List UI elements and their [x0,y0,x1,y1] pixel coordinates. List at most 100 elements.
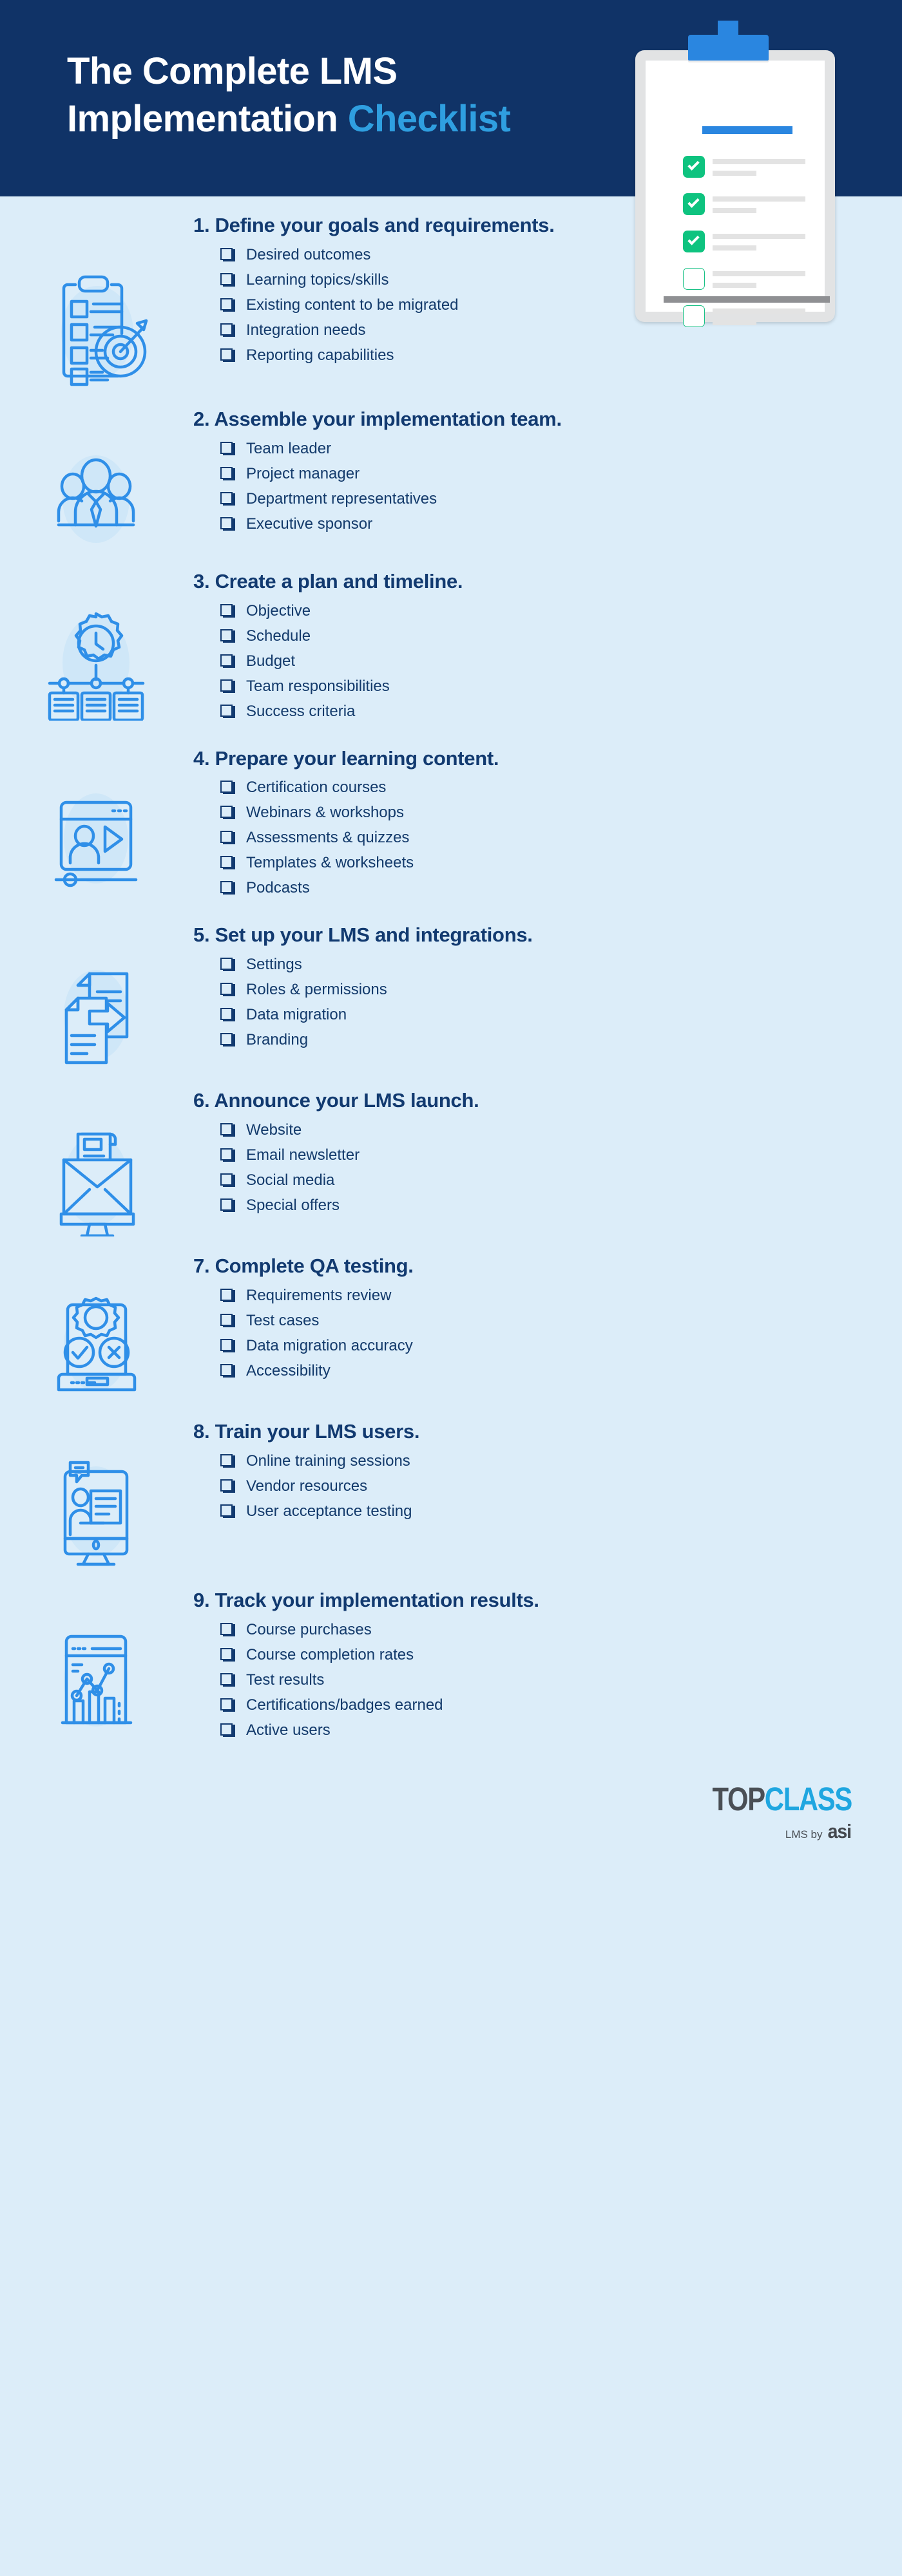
topclass-logo[interactable]: TOPCLASS LMS by asi [682,1781,853,1841]
list-item-label: Success criteria [246,702,356,720]
checkbox-icon[interactable] [220,1173,235,1188]
list-item-label: Course completion rates [246,1646,414,1664]
list-item-label: Social media [246,1171,335,1189]
list-item: Social media [220,1173,857,1198]
list-item-label: Settings [246,956,302,974]
list-item-label: Active users [246,1721,331,1739]
section-body: 4. Prepare your learning content. Certif… [193,746,902,906]
list-item: Website [220,1122,857,1148]
clipboard-line-short [713,171,756,176]
list-item-label: Test cases [246,1312,320,1330]
checkbox-icon[interactable] [220,958,235,972]
checkbox-icon[interactable] [220,603,235,618]
checklist-section: 1. Define your goals and requirements. D… [0,213,902,406]
list-item: Learning topics/skills [220,272,857,298]
list-item: Email newsletter [220,1148,857,1173]
section-list: Course purchases Course completion rates… [193,1622,857,1748]
checkbox-icon[interactable] [220,831,235,845]
checkbox-icon[interactable] [220,1198,235,1213]
list-item: Templates & worksheets [220,855,857,880]
checkbox-icon[interactable] [220,881,235,895]
checkbox-icon[interactable] [220,1479,235,1493]
list-item-label: Department representatives [246,489,437,507]
checkbox-icon[interactable] [220,983,235,997]
checkbox-icon[interactable] [220,298,235,312]
checkbox-icon[interactable] [220,1148,235,1162]
list-item: Executive sponsor [220,516,857,542]
list-item: Integration needs [220,322,857,348]
footer: TOPCLASS LMS by asi [0,1765,902,1903]
checkbox-icon[interactable] [220,1454,235,1468]
list-item-label: Assessments & quizzes [246,829,410,847]
list-item: Vendor resources [220,1479,857,1504]
checkbox-icon[interactable] [220,1623,235,1637]
checkbox-icon[interactable] [220,679,235,693]
checkbox-icon[interactable] [220,1289,235,1303]
checkbox-icon[interactable] [220,466,235,480]
checklist-section: 4. Prepare your learning content. Certif… [0,746,902,923]
checkbox-icon[interactable] [220,654,235,668]
section-list: Settings Roles & permissions Data migrat… [193,957,857,1057]
checkbox-icon[interactable] [220,1123,235,1137]
list-item: Reporting capabilities [220,346,857,373]
checkbox-icon[interactable] [220,1648,235,1662]
checkbox-icon[interactable] [220,1673,235,1687]
list-item: Active users [220,1723,857,1748]
list-item-label: Test results [246,1671,325,1689]
video-player-icon [0,746,193,895]
header-banner: The Complete LMS Implementation Checklis… [0,0,902,327]
section-heading: 7. Complete QA testing. [193,1255,414,1278]
checkbox-icon[interactable] [220,1008,235,1022]
list-item-label: Reporting capabilities [246,346,394,364]
list-item-label: Desired outcomes [246,245,371,263]
checkbox-icon[interactable] [220,1504,235,1519]
section-body: 2. Assemble your implementation team. Te… [193,406,902,542]
checkbox-icon[interactable] [220,516,235,531]
checkbox-icon[interactable] [220,1033,235,1047]
checkbox-icon[interactable] [220,704,235,718]
section-heading: 8. Train your LMS users. [193,1420,420,1443]
checkbox-icon[interactable] [220,856,235,870]
list-item: Branding [220,1032,857,1057]
checkbox-icon[interactable] [220,1723,235,1738]
checkbox-icon[interactable] [220,1364,235,1378]
email-newsletter-icon [0,1088,193,1237]
list-item: Podcasts [220,880,857,905]
section-list: Desired outcomes Learning topics/skills … [193,247,857,373]
list-item-label: Data migration [246,1006,347,1024]
checkbox-icon[interactable] [220,1314,235,1328]
checkbox-icon[interactable] [220,491,235,506]
section-heading: 9. Track your implementation results. [193,1589,539,1612]
checkbox-icon[interactable] [220,441,235,455]
checkbox-icon[interactable] [220,1339,235,1353]
list-item: Assessments & quizzes [220,830,857,855]
list-item-label: Templates & worksheets [246,854,414,872]
document-transfer-icon [0,922,193,1071]
list-item-label: Team leader [246,439,332,457]
section-heading: 2. Assemble your implementation team. [193,408,562,430]
checklist-section: 3. Create a plan and timeline. Objective… [0,569,902,746]
list-item-label: Special offers [246,1197,340,1215]
logo-wordmark: TOPCLASS [712,1781,853,1818]
page-title-line2: Implementation [67,98,348,140]
team-people-icon [0,406,193,552]
checkbox-icon[interactable] [220,781,235,795]
logo-class-text: CLASS [764,1781,852,1818]
checkbox-icon[interactable] [220,629,235,643]
list-item-label: Learning topics/skills [246,270,389,289]
list-item-label: Requirements review [246,1287,392,1305]
section-heading: 4. Prepare your learning content. [193,746,499,770]
checkbox-icon[interactable] [220,272,235,287]
checkbox-icon[interactable] [220,247,235,261]
list-item: Existing content to be migrated [220,296,857,323]
checkbox-icon[interactable] [220,1698,235,1712]
section-body: 7. Complete QA testing. Requirements rev… [193,1253,902,1388]
checkbox-icon[interactable] [220,323,235,337]
checkbox-icon[interactable] [220,348,235,362]
clipboard-title-bar [702,126,792,134]
list-item-label: Existing content to be migrated [246,296,459,314]
list-item: Project manager [220,466,857,491]
list-item: Course completion rates [220,1647,857,1672]
logo-top-text: TOP [712,1781,766,1818]
checkbox-icon[interactable] [220,806,235,820]
